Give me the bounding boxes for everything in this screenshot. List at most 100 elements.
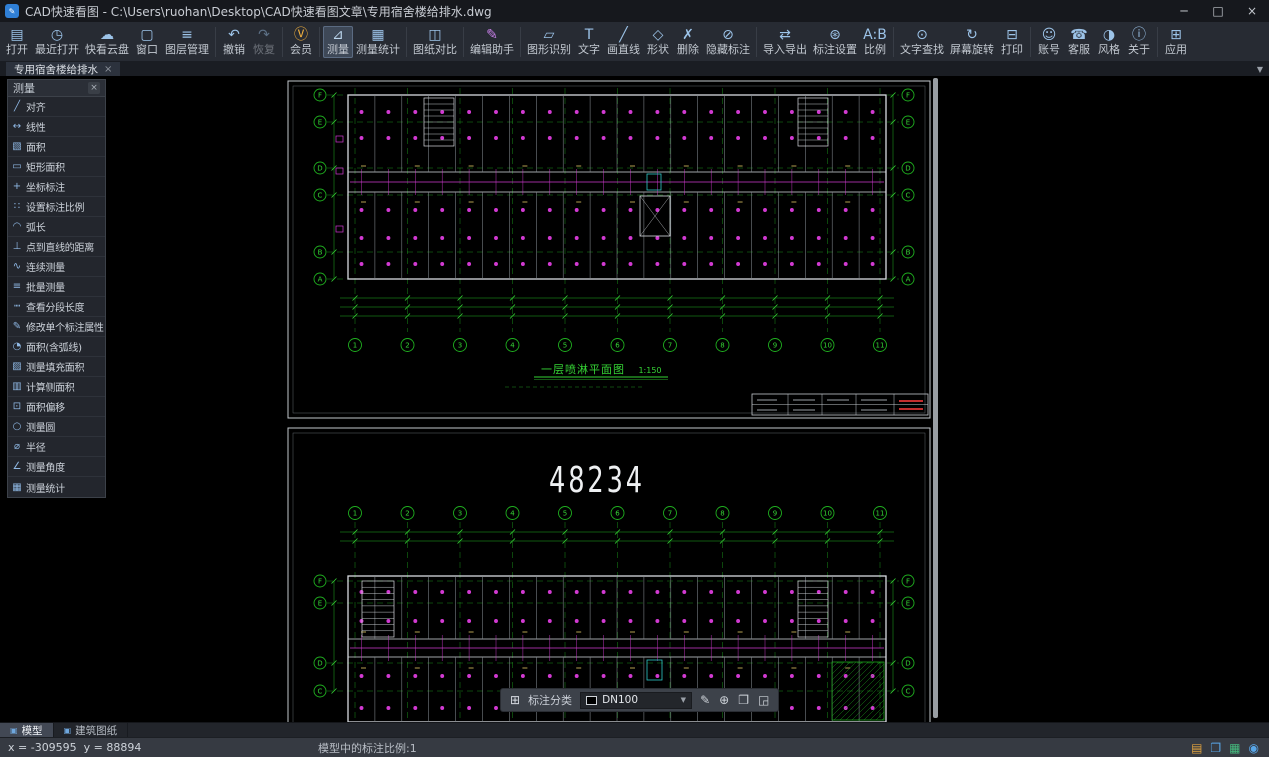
svg-text:F: F xyxy=(906,92,910,100)
ribbon-button-shape-recognition[interactable]: ▱ 图形识别 xyxy=(524,26,574,58)
ribbon-button-edit-assistant[interactable]: ✎ 编辑助手 xyxy=(467,26,517,58)
close-button[interactable]: × xyxy=(1235,0,1269,22)
ribbon-button-text-search[interactable]: ⊙ 文字查找 xyxy=(897,26,947,58)
measure-tool-area[interactable]: ▧ 面积 xyxy=(8,137,105,157)
svg-text:5: 5 xyxy=(563,510,567,518)
measure-tool-continuous-measure[interactable]: ∿ 连续测量 xyxy=(8,257,105,277)
move-icon[interactable]: ⊕ xyxy=(719,693,729,707)
measure-tool-measure-circle[interactable]: ○ 测量圆 xyxy=(8,417,105,437)
measure-tool-calc-side-area[interactable]: ▥ 计算侧面积 xyxy=(8,377,105,397)
measure-tool-measure-angle[interactable]: ∠ 测量角度 xyxy=(8,457,105,477)
statusbar-1-icon[interactable]: ▤ xyxy=(1191,741,1202,755)
ribbon-button-screen-rotate[interactable]: ↻ 屏幕旋转 xyxy=(947,26,997,58)
ribbon-button-vip-member[interactable]: Ⓥ 会员 xyxy=(286,26,316,58)
measure-tool-label: 半径 xyxy=(26,443,46,454)
ribbon-button-drawing-compare[interactable]: ◫ 图纸对比 xyxy=(410,26,460,58)
ribbon-button-shapes[interactable]: ◇ 形状 xyxy=(643,26,673,58)
area-offset-icon: ⊡ xyxy=(12,401,22,412)
measure-panel-header: 测量 × xyxy=(8,80,105,97)
tab-overflow-button[interactable]: ▼ xyxy=(1257,62,1263,76)
annotation-category-icon[interactable]: ⊞ xyxy=(510,693,520,707)
annotation-toolbar: ⊞ 标注分类 DN100 ▼ ✎ ⊕ ❐ ◲ xyxy=(500,688,780,712)
edit-icon[interactable]: ✎ xyxy=(700,693,710,707)
ribbon-button-account[interactable]: ☺ 账号 xyxy=(1034,26,1064,58)
group-separator xyxy=(282,26,283,57)
measure-tool-rect-area[interactable]: ▭ 矩形面积 xyxy=(8,157,105,177)
segment-length-icon: ┉ xyxy=(13,301,21,312)
color-swatch xyxy=(586,695,598,705)
measure-tool-area-offset[interactable]: ⊡ 面积偏移 xyxy=(8,397,105,417)
ribbon-button-annotation-settings[interactable]: ⊛ 标注设置 xyxy=(810,26,860,58)
space-tab-model-tab[interactable]: ▣ 模型 xyxy=(0,723,54,737)
ribbon-button-import-export[interactable]: ⇄ 导入导出 xyxy=(760,26,810,58)
svg-text:9: 9 xyxy=(773,342,777,350)
measure-tool-label: 面积 xyxy=(26,143,46,154)
scale-icon: A:B xyxy=(863,26,887,43)
ribbon-button-measure-statistics[interactable]: ▦ 测量统计 xyxy=(353,26,403,58)
vertical-scrollbar[interactable] xyxy=(933,78,938,718)
svg-text:2: 2 xyxy=(405,342,409,350)
cad-drawing-canvas[interactable]: 1 2 3 4 5 6 7 8 9 10 11F FE ED DC CB BA A一层喷淋平面图 1:150482… xyxy=(0,76,1269,722)
ribbon-button-label: 打印 xyxy=(1001,42,1023,56)
point-to-line-distance-icon: ⊥ xyxy=(12,241,22,252)
measure-tool-arc-length[interactable]: ◠ 弧长 xyxy=(8,217,105,237)
drawing-compare-icon: ◫ xyxy=(428,26,442,43)
minimize-button[interactable]: ─ xyxy=(1167,0,1201,22)
measure-tool-modify-annotation-property[interactable]: ✎ 修改单个标注属性 xyxy=(8,317,105,337)
measure-tool-segment-length[interactable]: ┉ 查看分段长度 xyxy=(8,297,105,317)
ribbon-button-label: 快看云盘 xyxy=(85,42,129,56)
area-with-arc-icon: ◔ xyxy=(12,341,22,352)
measure-tool-coordinate-annotation[interactable]: + 坐标标注 xyxy=(8,177,105,197)
measure-tool-point-to-line-distance[interactable]: ⊥ 点到直线的距离 xyxy=(8,237,105,257)
ribbon-button-cloud-drive[interactable]: ☁ 快看云盘 xyxy=(82,26,132,58)
ribbon-button-text[interactable]: T 文字 xyxy=(574,26,604,58)
account-icon: ☺ xyxy=(1041,26,1057,43)
paste-icon[interactable]: ◲ xyxy=(758,693,769,707)
measure-tool-measure-statistics[interactable]: ▦ 测量统计 xyxy=(8,477,105,497)
space-tab-construction-drawings-tab[interactable]: ▣ 建筑图纸 xyxy=(54,723,129,737)
statusbar-4-icon[interactable]: ◉ xyxy=(1249,741,1259,755)
measure-tool-area-with-arc[interactable]: ◔ 面积(含弧线) xyxy=(8,337,105,357)
measure-tool-set-annotation-scale[interactable]: ∷ 设置标注比例 xyxy=(8,197,105,217)
ribbon-button-open[interactable]: ▤ 打开 xyxy=(2,26,32,58)
ribbon-button-undo[interactable]: ↶ 撤销 xyxy=(219,26,249,58)
annotation-class-dropdown[interactable]: DN100 ▼ xyxy=(580,691,693,709)
maximize-button[interactable]: □ xyxy=(1201,0,1235,22)
svg-text:11: 11 xyxy=(876,510,885,518)
ribbon-button-layer-manager[interactable]: ≡ 图层管理 xyxy=(162,26,212,58)
ribbon-button-hide-annotations[interactable]: ⊘ 隐藏标注 xyxy=(703,26,753,58)
svg-text:6: 6 xyxy=(615,510,620,518)
svg-text:一层喷淋平面图: 一层喷淋平面图 xyxy=(541,363,625,376)
statusbar-2-icon[interactable]: ❐ xyxy=(1210,741,1221,755)
copy-icon[interactable]: ❐ xyxy=(738,693,749,707)
print-icon: ⊟ xyxy=(1006,26,1018,43)
ribbon-button-print[interactable]: ⊟ 打印 xyxy=(997,26,1027,58)
ribbon-button-apps[interactable]: ⊞ 应用 xyxy=(1161,26,1191,58)
ribbon-button-measure[interactable]: ⊿ 测量 xyxy=(323,25,353,58)
radius-icon: ⌀ xyxy=(13,441,21,452)
statusbar-3-icon[interactable]: ▦ xyxy=(1229,741,1240,755)
ribbon-button-label: 隐藏标注 xyxy=(706,42,750,56)
ribbon-button-recent-files[interactable]: ◷ 最近打开 xyxy=(32,26,82,58)
ribbon-button-draw-line[interactable]: ╱ 画直线 xyxy=(604,26,643,58)
ribbon-button-customer-service[interactable]: ☎ 客服 xyxy=(1064,26,1094,58)
canvas-area: 1 2 3 4 5 6 7 8 9 10 11 F F E E D D C C B B A A 一层喷淋平面图 1:150 482… xyxy=(0,76,1269,722)
measure-tool-linear[interactable]: ↔ 线性 xyxy=(8,117,105,137)
annotation-class-value: DN100 xyxy=(602,694,639,706)
ribbon-button-about[interactable]: ⓘ 关于 xyxy=(1124,26,1154,58)
measure-angle-icon: ∠ xyxy=(12,461,22,472)
measure-tool-radius[interactable]: ⌀ 半径 xyxy=(8,437,105,457)
measure-circle-icon: ○ xyxy=(12,421,22,432)
measure-tool-align[interactable]: ╱ 对齐 xyxy=(8,97,105,117)
ribbon-button-redo[interactable]: ↷ 恢复 xyxy=(249,26,279,58)
svg-text:8: 8 xyxy=(720,342,724,350)
ribbon-button-delete[interactable]: ✗ 删除 xyxy=(673,26,703,58)
document-tab[interactable]: 专用宿舍楼给排水 × xyxy=(6,62,121,76)
tab-close-icon[interactable]: × xyxy=(104,64,112,75)
measure-panel-close-icon[interactable]: × xyxy=(88,82,100,94)
measure-tool-measure-fill-area[interactable]: ▨ 测量填充面积 xyxy=(8,357,105,377)
ribbon-button-ui-style[interactable]: ◑ 风格 xyxy=(1094,26,1124,58)
ribbon-button-scale[interactable]: A:B 比例 xyxy=(860,26,890,58)
ribbon-button-window[interactable]: ▢ 窗口 xyxy=(132,26,162,58)
measure-tool-batch-measure[interactable]: ≡ 批量测量 xyxy=(8,277,105,297)
